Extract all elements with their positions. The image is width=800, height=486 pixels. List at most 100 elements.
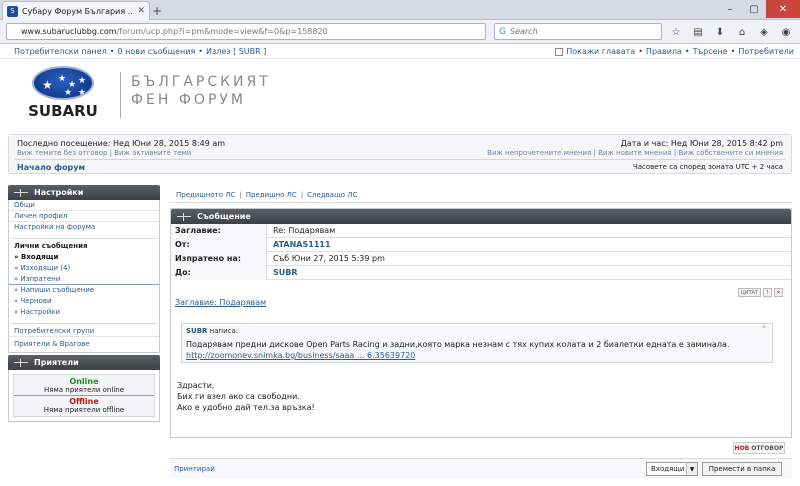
move-to-folder-button[interactable]: Премести в папка [702,462,782,476]
chat-icon[interactable]: ◉ [778,24,794,40]
panel-header-icon [14,358,28,367]
quote-button[interactable]: ЦИТАТ [737,288,761,297]
search-box[interactable]: G [494,23,662,40]
folder-select-value: Входящи [651,465,685,473]
forum-header: ★ ★ ★ ★ ★ ★ SUBARU БЪЛГАРСКИЯТ ФЕН ФОРУМ [0,60,800,132]
sidebar-item-outbox[interactable]: » Изходящи (4) [9,263,159,274]
post-body: Здрасти, Бих ги взел ако са свободни. Ак… [177,380,315,413]
sidebar-item-compose[interactable]: » Напиши съобщение [9,285,159,296]
quote-text: Подарявам предни дискове Open Parts Raci… [186,340,730,349]
new-messages-link[interactable]: 0 нови съобщения [118,47,196,56]
friends-status-box: Online Няма приятели online Offline Няма… [13,374,155,417]
post-subject-link[interactable]: Заглавие: Подарявам [175,298,266,307]
rules-link[interactable]: Правила [646,47,682,56]
download-icon[interactable]: ⬇ [712,24,728,40]
current-datetime: Дата и час: Нед Юни 28, 2015 8:42 pm [620,139,783,148]
reply-button[interactable]: НОВ ОТГОВОР [733,442,785,454]
reply-label: ОТГОВОР [751,444,784,452]
sent-value: Съб Юни 27, 2015 5:39 pm [273,254,385,263]
body-line: Здрасти, [177,381,215,390]
settings-title: Настройки [34,188,84,197]
sidebar-item-inbox[interactable]: » Входящи [9,252,159,263]
online-label: Online [69,377,99,386]
browser-titlebar: S Субару Форум България ... ✕ + – ▢ ✕ [0,0,800,20]
no-offline-text: Няма приятели offline [43,406,125,414]
friends-panel-header: Приятели [8,355,160,370]
subject-row: Заглавие: Re: Подарявам [171,223,791,238]
quote-author: SUBR написа: [186,327,239,335]
sidebar-item-general[interactable]: Общи [9,200,159,211]
favicon-icon: S [7,5,18,17]
sidebar-item-sent[interactable]: » Изпратени [9,274,159,285]
bottom-bar: Принтирай Входящи ▼ Премести в папка [170,458,792,478]
last-visit: Последно посещение: Нед Юни 28, 2015 8:4… [17,139,226,148]
body-line: Бих ги взел ако са свободни. [177,392,300,401]
sidebar-pm-header: Лични съобщения [14,242,88,250]
quick-links-left[interactable]: Виж темите без отговор | Виж активните т… [17,149,191,157]
info-divider [15,159,785,160]
from-label: От: [171,237,267,252]
window-controls: – ▢ ✕ [718,0,800,18]
subject-label: Заглавие: [171,223,267,238]
sidebar-item-groups[interactable]: Потребителски групи [9,326,159,337]
report-icon[interactable]: ! [763,288,772,297]
from-user-link[interactable]: ATANAS1111 [267,240,331,249]
home-icon[interactable]: ⌂ [734,24,750,40]
show-headers-checkbox[interactable] [555,47,564,56]
forum-name-line2: ФЕН ФОРУМ [131,92,246,108]
quote-block: SUBR написа: " Подарявам предни дискове … [181,323,773,363]
minimize-icon[interactable]: – [718,0,742,18]
delete-icon[interactable]: ✕ [774,288,783,297]
settings-panel-header: Настройки [8,185,160,200]
sidebar-item-forum-settings[interactable]: Настройки на форума [9,222,159,233]
prev-pm-link-2[interactable]: Предишно ЛС [246,191,297,199]
close-tab-icon[interactable]: ✕ [137,6,145,16]
sent-row: Изпратено на: Съб Юни 27, 2015 5:39 pm [171,251,791,266]
forum-home-link[interactable]: Начало форум [17,163,85,172]
header-divider [120,72,121,118]
quote-link[interactable]: http://zoomonev.snimka.bg/business/saaa … [186,351,415,360]
shield-icon[interactable]: ◈ [756,24,772,40]
browser-tab[interactable]: S Субару Форум България ... ✕ [2,1,150,20]
message-title: Съобщение [197,212,251,221]
friends-panel: Приятели Online Няма приятели online Off… [8,355,160,422]
search-link[interactable]: Търсене [693,47,728,56]
to-user-link[interactable]: SUBR [267,268,298,277]
show-headers-link[interactable]: Покажи главата [566,47,635,56]
info-box: Последно посещение: Нед Юни 28, 2015 8:4… [8,134,792,174]
url-bar[interactable]: www.subaruclubbg.com/forum/ucp.php?i=pm&… [6,23,486,40]
subaru-stars-icon: ★ ★ ★ ★ ★ ★ [32,66,94,100]
logo-wordmark: SUBARU [28,102,98,120]
no-online-text: Няма приятели online [43,386,125,394]
message-header: Съобщение [171,209,791,224]
body-line: Ако е удобно дай тел.за връзка! [177,403,315,412]
search-engine-icon: G [499,26,506,37]
chevron-down-icon[interactable]: ▼ [686,462,698,476]
prev-pm-link[interactable]: Предишното ЛС [176,191,235,199]
quick-links-right[interactable]: Виж непрочетените мнения | Виж новите мн… [487,149,783,157]
reading-list-icon[interactable]: ▤ [690,24,706,40]
sidebar-item-profile[interactable]: Личен профил [9,211,159,222]
user-panel-link[interactable]: Потребителски панел [14,47,107,56]
sidebar-item-drafts[interactable]: » Чернови [9,296,159,307]
users-link[interactable]: Потребители [738,47,794,56]
print-link[interactable]: Принтирай [174,465,215,473]
close-window-icon[interactable]: ✕ [766,0,800,18]
new-tab-icon[interactable]: + [152,4,162,18]
url-host: www.subaruclubbg.com [21,27,117,36]
message-panel: Съобщение Заглавие: Re: Подарявам От: AT… [170,208,792,438]
from-row: От: ATANAS1111 [171,237,791,252]
maximize-icon[interactable]: ▢ [742,0,766,18]
subaru-logo[interactable]: ★ ★ ★ ★ ★ ★ SUBARU [20,66,106,122]
next-pm-link[interactable]: Следващо ЛС [307,191,357,199]
sidebar-item-friends-foes[interactable]: Приятели & Врагове [9,339,159,350]
star-icon[interactable]: ☆ [668,24,684,40]
search-input[interactable] [509,27,650,36]
logout-link[interactable]: Излез [ SUBR ] [206,47,266,56]
browser-navbar: www.subaruclubbg.com/forum/ucp.php?i=pm&… [0,20,800,44]
sidebar-item-pm-settings[interactable]: » Настройки [9,307,159,318]
pm-navigation: Предишното ЛС | Предишно ЛС | Следващо Л… [170,187,792,203]
panel-header-icon [14,188,28,197]
tab-title: Субару Форум България ... [22,6,134,16]
to-label: До: [171,265,267,280]
